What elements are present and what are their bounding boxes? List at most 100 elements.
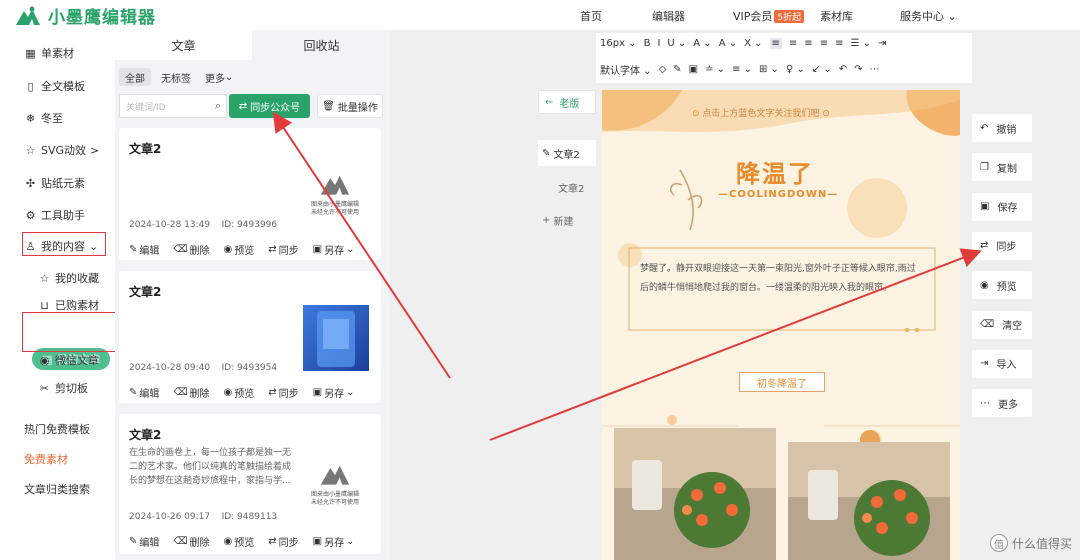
sidebar-item-winter[interactable]: ❄ 冬至 [24, 110, 63, 126]
preview-button[interactable]: ◉ 预览 [224, 242, 255, 257]
side-action-save[interactable]: ▣ 保存 [972, 192, 1032, 221]
sidebar-item-sticker[interactable]: ✣ 贴纸元素 [24, 175, 85, 191]
toolbar-button[interactable]: ↷ [854, 64, 862, 75]
delete-button[interactable]: ⌫ 删除 [173, 534, 209, 549]
sidebar-subitem-wechat[interactable]: ◉ 微信文章 [38, 352, 99, 368]
sidebar-free-assets[interactable]: 免费素材 [24, 451, 68, 467]
save-as-label: 另存 [324, 389, 345, 400]
toolbar-button[interactable]: ☰ ⌄ [850, 38, 871, 49]
star-icon: ☆ [25, 143, 36, 157]
nav-home[interactable]: 首页 [580, 8, 602, 24]
toolbar-button[interactable]: I [657, 38, 660, 49]
tab-articles[interactable]: 文章 [115, 30, 252, 60]
delete-label: 删除 [189, 389, 210, 400]
dot-icon: ⊙ [692, 109, 703, 119]
sidebar-hot-templates[interactable]: 热门免费模板 [24, 421, 90, 437]
sidebar-item-label: 贴纸元素 [41, 177, 85, 190]
side-action-import[interactable]: ⇥ 导入 [972, 349, 1032, 378]
sidebar-item-svg[interactable]: ☆ SVG动效 > [24, 142, 100, 158]
side-action-copy[interactable]: ❐ 复制 [972, 153, 1032, 182]
preview-button[interactable]: ◉ 预览 [224, 385, 255, 400]
filter-more[interactable]: 更多 ⌄ [199, 68, 239, 86]
nav-assets[interactable]: 素材库 [820, 8, 853, 24]
toolbar-button[interactable]: 默认字体 ⌄ [600, 62, 652, 77]
nav-editor[interactable]: 编辑器 [652, 8, 685, 24]
card-title: 文章2 [129, 142, 162, 156]
delete-button[interactable]: ⌫ 删除 [173, 385, 209, 400]
sidebar-item-template[interactable]: ▯ 全文模板 [24, 78, 85, 94]
save-as-button[interactable]: ▣ 另存 ⌄ [313, 385, 355, 400]
sync-wechat-button[interactable]: ⇄ 同步公众号 [229, 94, 310, 118]
toolbar-button[interactable]: ≡ ⌄ [732, 64, 752, 75]
toolbar-button[interactable]: ♀ ⌄ [786, 64, 805, 75]
toolbar-button[interactable]: ↶ [839, 64, 847, 75]
article-canvas[interactable]: ⊙ 点击上方蓝色文字关注我们吧 ⊙ 降温了 —COOLINGDOWN— 梦醒了。… [602, 90, 960, 560]
batch-operation-button[interactable]: 🗑 批量操作 [317, 94, 383, 118]
side-action-sync[interactable]: ⇄ 同步 [972, 231, 1032, 260]
toolbar-button[interactable]: ⇥ [878, 38, 886, 49]
watermark-line: 未经允许不可使用 [310, 209, 359, 216]
toolbar-button[interactable]: ◇ [659, 64, 667, 75]
side-action-undo[interactable]: ↶ 撤销 [972, 114, 1032, 142]
article-paragraph: 梦醒了。静开双眼迎接这一天第一束阳光,窗外叶子正等候入眼帘,雨过后的鳞牛悄悄地爬… [640, 264, 916, 293]
edit-button[interactable]: ✎ 编辑 [129, 534, 159, 549]
side-action-label: 更多 [998, 399, 1018, 411]
search-icon[interactable]: ⌕ [215, 99, 221, 113]
article-card[interactable]: 文章2 在生命的画卷上，每一位孩子都是独一无二的艺术家。他们以纯真的笔触描绘着成… [119, 414, 381, 554]
sidebar-item-single[interactable]: ▦ 单素材 [24, 45, 74, 61]
article-card[interactable]: 文章2 图来由小墨鹰编辑 未经允许不可使用 2024-10-28 13:49 ID… [119, 128, 381, 260]
sidebar-item-tools[interactable]: ⚙ 工具助手 [24, 207, 85, 223]
toolbar-button[interactable]: ≡ [804, 38, 812, 49]
editor-article-item[interactable]: 文章2 [538, 174, 596, 200]
edit-button[interactable]: ✎ 编辑 [129, 385, 159, 400]
sidebar-subitem-purchased[interactable]: ⊔ 已购素材 [38, 297, 99, 313]
side-action-eye[interactable]: ◉ 预览 [972, 271, 1032, 300]
toolbar-button[interactable]: ≐ ⌄ [705, 64, 725, 75]
toolbar-button[interactable]: ▣ [689, 64, 698, 75]
card-actions: ✎ 编辑 ⌫ 删除 ◉ 预览 ⇄ 同步 ▣ 另存 ⌄ [129, 242, 355, 257]
new-article-button[interactable]: + 新建 [538, 207, 596, 233]
sync-button[interactable]: ⇄ 同步 [268, 385, 298, 400]
edit-button[interactable]: ✎ 编辑 [129, 242, 159, 257]
toolbar-button[interactable]: X ⌄ [744, 38, 762, 49]
tab-recycle-bin[interactable]: 回收站 [253, 30, 390, 60]
search-input[interactable]: 关键词/ID ⌕ [119, 94, 227, 118]
sync-wechat-label: 同步公众号 [250, 102, 301, 114]
app-name: 小墨鹰编辑器 [48, 8, 156, 28]
sidebar-subitem-favorites[interactable]: ☆ 我的收藏 [38, 270, 99, 286]
sync-button[interactable]: ⇄ 同步 [268, 534, 298, 549]
toolbar-button[interactable]: ⋯ [870, 64, 880, 75]
toolbar-button[interactable]: ✎ [673, 64, 681, 75]
preview-button[interactable]: ◉ 预览 [224, 534, 255, 549]
sidebar-article-search[interactable]: 文章归类搜索 [24, 481, 90, 497]
back-label: 老版 [559, 98, 580, 110]
side-action-trash[interactable]: ⌫ 清空 [972, 310, 1032, 339]
toolbar-button[interactable]: ≡ [769, 38, 782, 49]
sidebar-subitem-clipboard[interactable]: ✂ 剪切板 [38, 380, 88, 396]
preview-label: 预览 [234, 246, 255, 257]
toolbar-button[interactable]: ↙ ⌄ [812, 64, 832, 75]
nav-vip[interactable]: VIP会员 5折起 [733, 8, 805, 24]
editor-article-item[interactable]: ✎ 文章2 [538, 140, 596, 166]
article-card[interactable]: 文章2 2024-10-28 09:40 ID: 9493954 ✎ 编辑 ⌫ 删除… [119, 271, 381, 403]
filter-untagged[interactable]: 无标签 [155, 68, 197, 86]
sync-button[interactable]: ⇄ 同步 [268, 242, 298, 257]
toolbar-button[interactable]: A ⌄ [719, 38, 737, 49]
preview-label: 预览 [234, 538, 255, 549]
toolbar-button[interactable]: 16px ⌄ [600, 38, 637, 49]
save-as-button[interactable]: ▣ 另存 ⌄ [313, 242, 355, 257]
nav-service[interactable]: 服务中心 ⌄ [900, 8, 957, 24]
toolbar-button[interactable]: B [644, 38, 651, 49]
logo[interactable]: 小墨鹰编辑器 [14, 3, 156, 28]
save-as-button[interactable]: ▣ 另存 ⌄ [313, 534, 355, 549]
toolbar-button[interactable]: U ⌄ [667, 38, 686, 49]
toolbar-button[interactable]: ≡ [789, 38, 797, 49]
delete-button[interactable]: ⌫ 删除 [173, 242, 209, 257]
toolbar-button[interactable]: ≡ [835, 38, 843, 49]
back-old-version-button[interactable]: ← 老版 [538, 90, 596, 114]
toolbar-button[interactable]: ⊞ ⌄ [759, 64, 779, 75]
side-action-more[interactable]: ⋯ 更多 [972, 389, 1032, 418]
filter-all[interactable]: 全部 [119, 68, 151, 86]
toolbar-button[interactable]: A ⌄ [693, 38, 711, 49]
toolbar-button[interactable]: ≡ [820, 38, 828, 49]
